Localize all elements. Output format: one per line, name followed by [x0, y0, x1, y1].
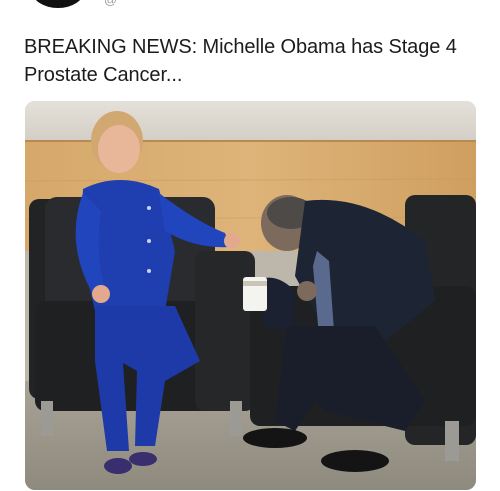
tweet-text: BREAKING NEWS: Michelle Obama has Stage …: [24, 36, 457, 86]
avatar[interactable]: [32, 0, 84, 8]
tweet-photo[interactable]: [25, 101, 476, 490]
photo-illustration: [25, 101, 476, 490]
user-handle[interactable]: @: [104, 0, 117, 7]
tweet-header: @: [0, 0, 500, 16]
